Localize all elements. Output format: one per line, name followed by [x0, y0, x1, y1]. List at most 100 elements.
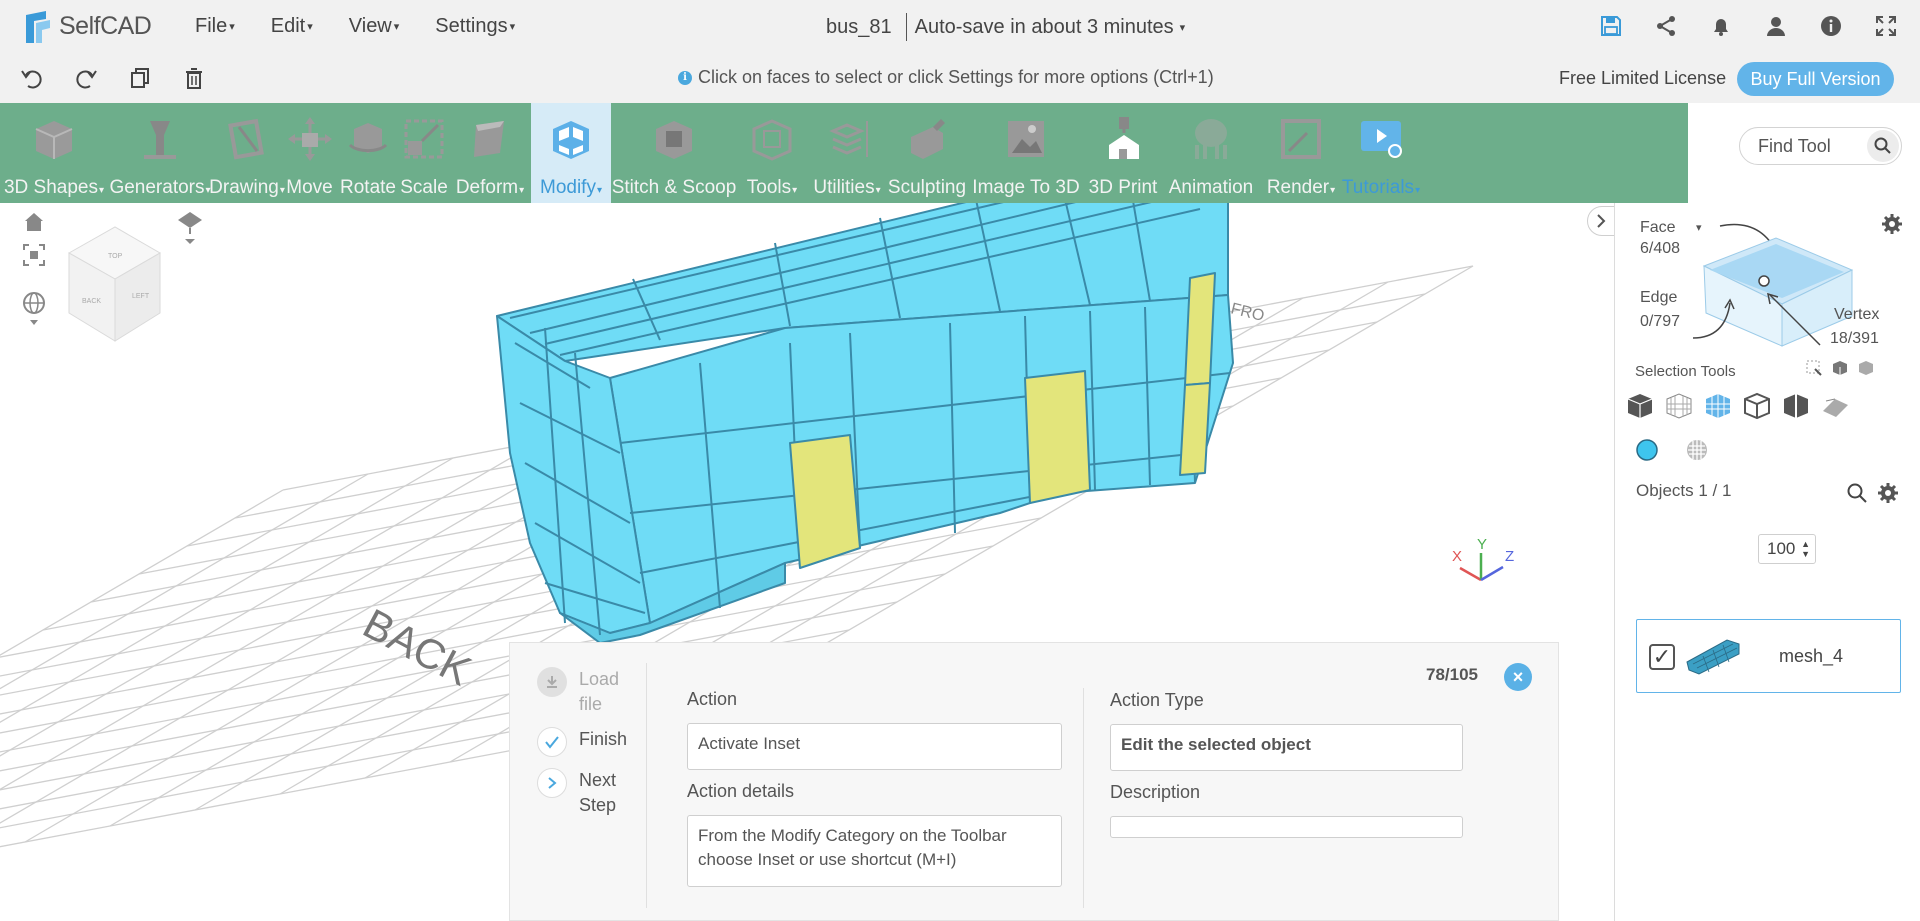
menu-view-label: View — [348, 15, 392, 37]
right-panel: Face ▾ 6/408 Edge 0/797 Vertex 18/391 Se… — [1614, 203, 1920, 921]
app-name: SelfCAD — [59, 12, 152, 40]
sculpting-icon — [911, 119, 945, 159]
camera-view-icon[interactable] — [176, 210, 204, 251]
tool-animation[interactable]: Animation — [1161, 103, 1261, 203]
brush-size-input[interactable]: 100 ▲ ▼ — [1758, 534, 1816, 564]
chevron-down-icon: ▾ — [509, 21, 516, 34]
tool-render[interactable]: Render▾ — [1261, 103, 1341, 203]
find-tool-input[interactable]: Find Tool — [1739, 127, 1902, 165]
select-edges-icon[interactable] — [1742, 391, 1772, 426]
tutorial-step-finish[interactable]: Finish — [537, 727, 637, 757]
tutorials-icon — [1361, 121, 1402, 158]
save-icon[interactable] — [1597, 12, 1625, 40]
tutorial-step-load-file[interactable]: Load file — [537, 667, 637, 717]
mesh-object[interactable] — [496, 203, 1234, 644]
3d-print-icon — [1109, 117, 1139, 159]
chevron-down-icon: ▾ — [1415, 185, 1421, 196]
tool-drawing[interactable]: Drawing▾ — [209, 103, 285, 203]
tool-label: Deform▾ — [456, 177, 524, 199]
tool-label: Sculpting — [888, 177, 966, 199]
bell-icon[interactable] — [1707, 12, 1735, 40]
tool-stitch-scoop[interactable]: Stitch & Scoop — [611, 103, 737, 203]
tool-label: Modify▾ — [540, 177, 602, 199]
tool-label: Animation — [1169, 177, 1254, 199]
top-menu-bar: SelfCAD File ▾ Edit ▾ View ▾ Settings ▾ bus_… — [0, 0, 1920, 53]
chevron-down-icon: ▾ — [393, 21, 400, 34]
select-box-icon[interactable] — [1805, 359, 1823, 382]
user-icon[interactable] — [1762, 12, 1790, 40]
undo-icon[interactable] — [18, 64, 46, 92]
menu-file[interactable]: File ▾ — [195, 15, 235, 38]
brush-pattern-icon[interactable] — [1685, 438, 1709, 467]
modify-icon — [553, 121, 589, 159]
tool-deform[interactable]: Deform▾ — [449, 103, 531, 203]
animation-icon — [1195, 119, 1227, 159]
tool-generators[interactable]: Generators▾ — [108, 103, 212, 203]
info-icon[interactable] — [1817, 12, 1845, 40]
fit-view-icon[interactable] — [22, 243, 46, 272]
copy-icon[interactable] — [126, 64, 154, 92]
objects-label: Objects 1 / 1 — [1636, 481, 1732, 500]
autosave-status[interactable]: Auto-save in about 3 minutes — [915, 16, 1174, 39]
chevron-down-icon[interactable]: ▾ — [1180, 21, 1186, 34]
search-icon[interactable] — [1846, 482, 1868, 509]
select-faces-icon[interactable] — [1703, 391, 1733, 426]
axis-gizmo: X Y Z — [1452, 536, 1514, 582]
select-through-icon[interactable] — [1857, 359, 1875, 382]
tool-3d-print[interactable]: 3D Print — [1085, 103, 1161, 203]
perspective-icon[interactable] — [22, 291, 48, 332]
menu-settings[interactable]: Settings ▾ — [435, 15, 515, 38]
select-half-icon[interactable] — [1781, 391, 1811, 426]
tool-utilities[interactable]: Utilities▾ — [807, 103, 887, 203]
tool-scale[interactable]: Scale — [399, 103, 449, 203]
tool-label-text: Image To 3D — [972, 177, 1080, 198]
home-view-icon[interactable] — [22, 211, 46, 238]
tool-sculpting[interactable]: Sculpting — [887, 103, 967, 203]
view-cube[interactable]: TOP BACK LEFT — [67, 226, 161, 342]
search-icon[interactable] — [1867, 130, 1899, 162]
tool-modify[interactable]: Modify▾ — [531, 103, 611, 203]
chevron-down-icon: ▾ — [519, 185, 525, 196]
select-visible-icon[interactable] — [1831, 359, 1849, 382]
chevron-down-icon: ▾ — [229, 21, 235, 34]
tool-label: Stitch & Scoop — [612, 177, 737, 199]
tool-label-text: Tools — [746, 177, 792, 198]
download-icon — [537, 667, 567, 697]
gear-icon[interactable] — [1877, 482, 1899, 509]
tool-image-to-3d[interactable]: Image To 3D — [967, 103, 1085, 203]
redo-icon[interactable] — [72, 64, 100, 92]
app-logo[interactable]: SelfCAD — [20, 9, 160, 45]
object-visibility-checkbox[interactable]: ✓ — [1649, 644, 1675, 670]
tool-tutorials[interactable]: Tutorials▾ — [1341, 103, 1421, 203]
buy-full-version-button[interactable]: Buy Full Version — [1737, 62, 1894, 96]
select-wireframe-icon[interactable] — [1664, 391, 1694, 426]
menu-view[interactable]: View ▾ — [349, 15, 400, 38]
object-name[interactable]: mesh_4 — [1779, 646, 1843, 667]
tutorial-step-next[interactable]: Next Step — [537, 768, 637, 818]
collapse-panel-button[interactable] — [1587, 206, 1615, 236]
tool-label-text: Tutorials — [1341, 177, 1415, 198]
brush-color-icon[interactable] — [1635, 438, 1659, 467]
share-icon[interactable] — [1652, 12, 1680, 40]
tool-3d-shapes[interactable]: 3D Shapes▾ — [0, 103, 108, 203]
stepper-arrows-icon[interactable]: ▲ ▼ — [1801, 539, 1810, 559]
action-bar: i Click on faces to select or click Sett… — [0, 53, 1920, 103]
tool-tools[interactable]: Tools▾ — [737, 103, 807, 203]
select-plane-icon[interactable] — [1820, 391, 1850, 426]
close-tutorial-button[interactable]: × — [1504, 663, 1532, 691]
action-type-label: Action Type — [1110, 690, 1204, 710]
delete-icon[interactable] — [180, 64, 208, 92]
tool-move[interactable]: Move — [282, 103, 337, 203]
description-field — [1110, 816, 1463, 838]
check-icon — [537, 727, 567, 757]
document-title[interactable]: bus_81 — [826, 16, 892, 39]
menu-edit[interactable]: Edit ▾ — [271, 15, 313, 38]
tool-label-text: Utilities — [813, 177, 875, 198]
utilities-icon — [829, 121, 868, 157]
chevron-down-icon: ▾ — [792, 185, 798, 196]
tool-rotate[interactable]: Rotate — [337, 103, 399, 203]
fullscreen-icon[interactable] — [1872, 12, 1900, 40]
object-list-item[interactable]: ✓ mesh_4 — [1636, 619, 1901, 693]
axis-z-label: Z — [1505, 548, 1514, 565]
select-object-icon[interactable] — [1625, 391, 1655, 426]
